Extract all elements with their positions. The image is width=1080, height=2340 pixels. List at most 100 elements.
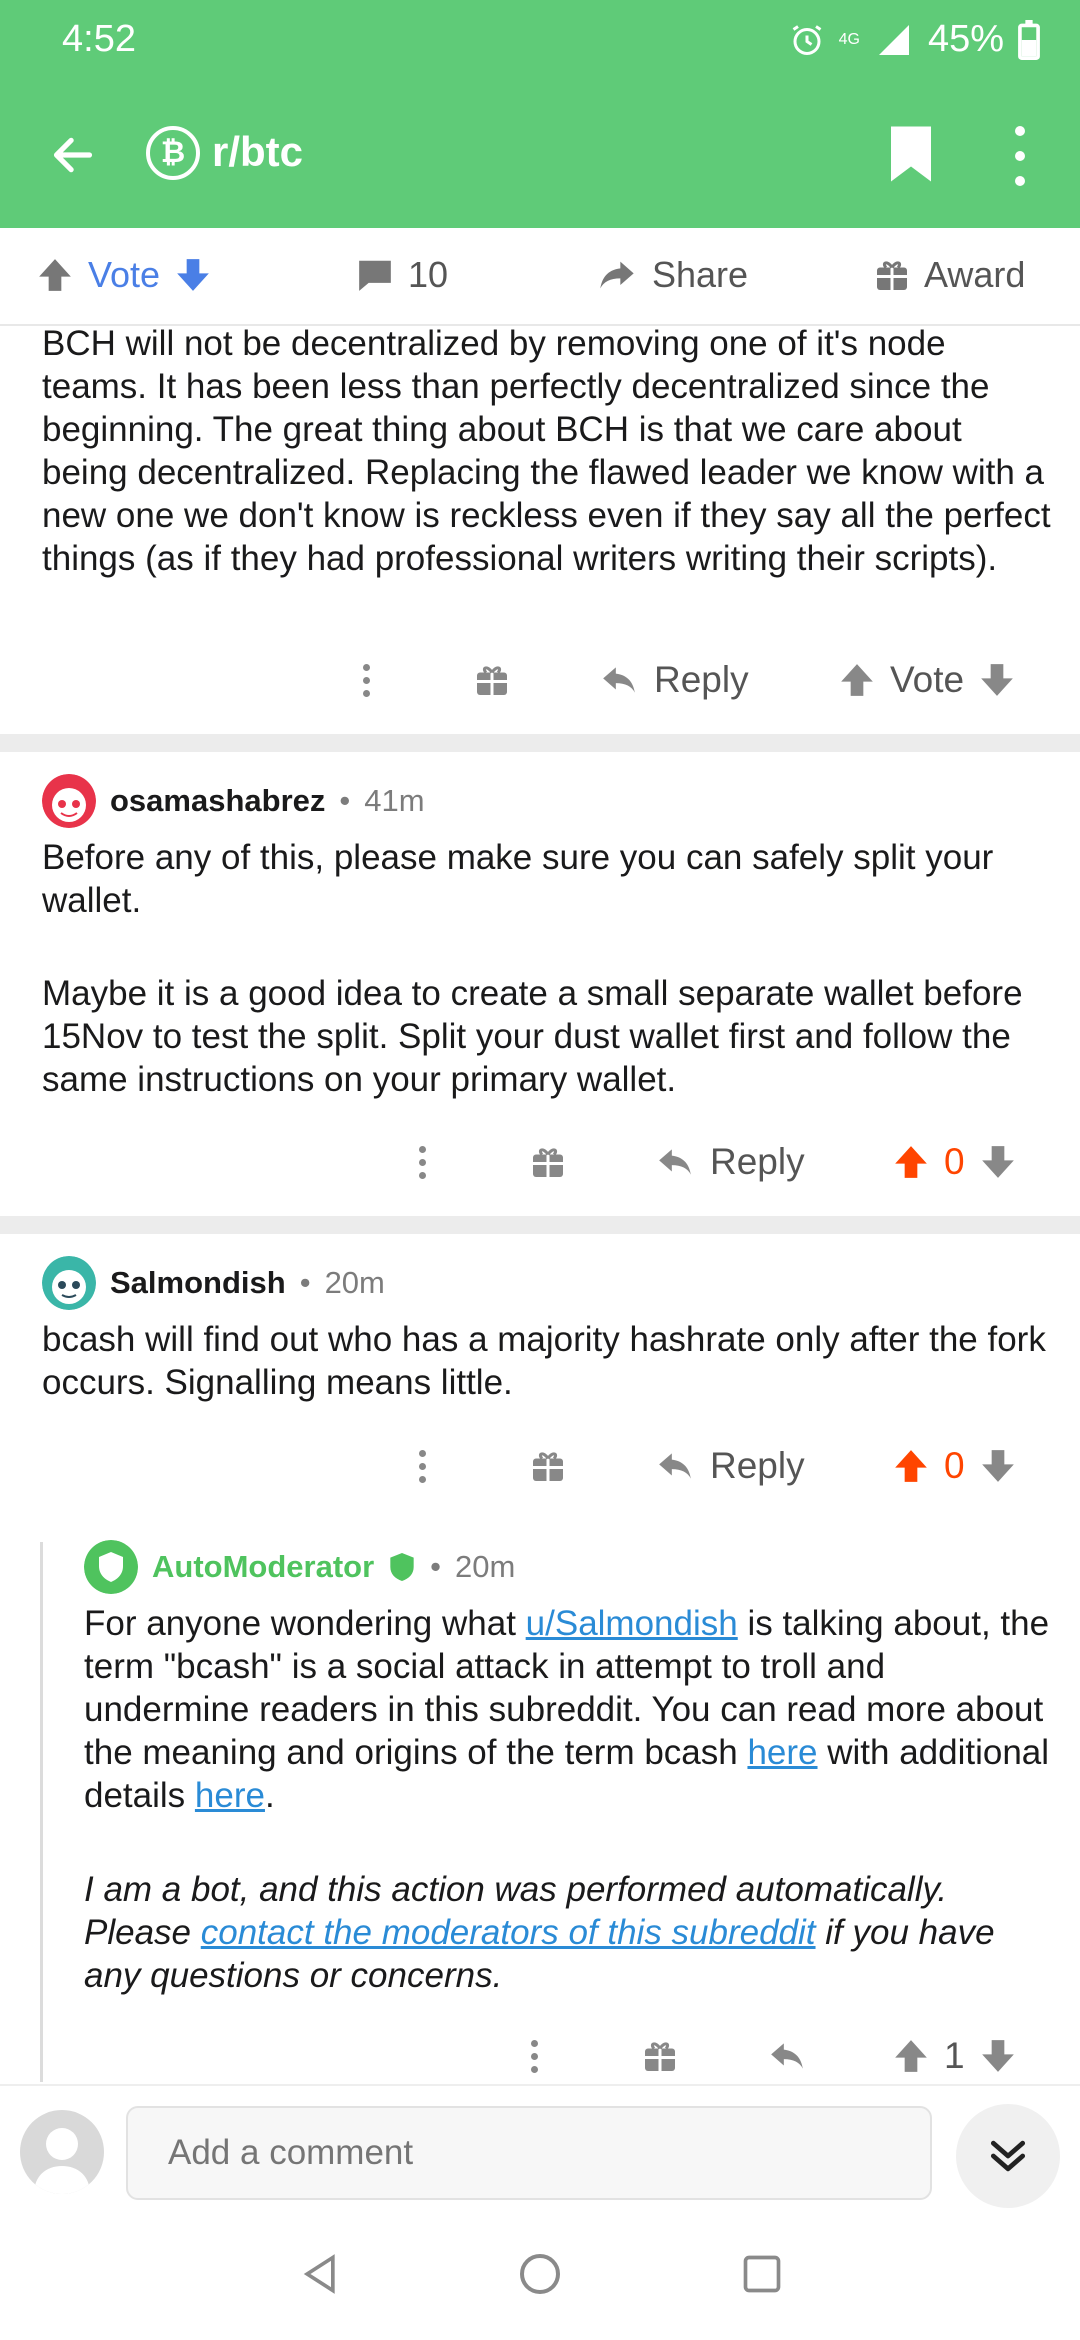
contact-moderators-link[interactable]: contact the moderators of this subreddit <box>201 1913 816 1952</box>
post-comments-button[interactable]: 10 <box>356 254 448 296</box>
double-chevron-down-icon <box>990 2140 1026 2172</box>
subreddit-bitcoin-icon[interactable]: ₿ <box>146 126 200 180</box>
downvote-icon[interactable] <box>174 255 212 295</box>
comment-1-actions: Reply 0 <box>0 1132 1080 1192</box>
comment-3-body: For anyone wondering what u/Salmondish i… <box>84 1602 1054 1817</box>
share-icon <box>600 261 634 289</box>
bookmark-icon <box>891 126 931 182</box>
comment-2-award-button[interactable] <box>530 1436 566 1496</box>
user-link[interactable]: u/Salmondish <box>526 1604 738 1643</box>
post-vote-label: Vote <box>88 254 161 295</box>
comment-1-more-button[interactable] <box>418 1132 426 1192</box>
here-link-2[interactable]: here <box>195 1776 265 1815</box>
downvote-icon[interactable] <box>978 660 1016 700</box>
shield-avatar-icon[interactable] <box>84 1540 138 1594</box>
comment-2-actions: Reply 0 <box>0 1436 1080 1496</box>
comment-2-header: Salmondish • 20m <box>42 1256 385 1310</box>
add-comment-input[interactable] <box>126 2106 932 2200</box>
comment-1-award-button[interactable] <box>530 1132 566 1192</box>
more-vertical-icon <box>418 1449 426 1483</box>
upvote-icon[interactable] <box>892 1142 930 1182</box>
comment-3-age: 20m <box>455 1549 516 1584</box>
comment-0-vote-group: Vote <box>838 650 1016 710</box>
nav-back-button[interactable] <box>290 2244 350 2304</box>
comment-2-reply-label: Reply <box>710 1445 805 1486</box>
upvote-icon[interactable] <box>892 1446 930 1486</box>
upvote-icon[interactable] <box>892 2036 930 2076</box>
comment-3-header: AutoModerator • 20m <box>84 1540 515 1594</box>
toolbar: ₿ r/btc <box>0 110 1080 200</box>
comment-2-reply-button[interactable]: Reply <box>654 1436 805 1496</box>
avatar[interactable] <box>42 1256 96 1310</box>
comment-1-vote-group: 0 <box>892 1132 1017 1192</box>
bookmark-button[interactable] <box>886 124 936 184</box>
avatar[interactable] <box>42 774 96 828</box>
post-vote-group: Vote <box>36 254 212 296</box>
comment-2-body: bcash will find out who has a majority h… <box>42 1320 1046 1402</box>
collapse-comments-button[interactable] <box>956 2104 1060 2208</box>
comment-3-vote-group: 1 <box>892 2026 1017 2086</box>
comment-3-more-button[interactable] <box>530 2026 538 2086</box>
gift-icon <box>533 1148 563 1177</box>
overflow-menu-button[interactable] <box>1000 126 1040 186</box>
comment-0-vote-label: Vote <box>890 659 965 700</box>
reply-icon <box>659 1453 691 1479</box>
arrow-left-icon <box>53 137 93 173</box>
comment-3-actions: 1 <box>0 2026 1080 2086</box>
meta-dot: • <box>339 783 351 818</box>
upvote-icon[interactable] <box>838 660 876 700</box>
comment-0-reply-label: Reply <box>654 659 749 700</box>
person-icon <box>34 2128 90 2194</box>
post-share-button[interactable]: Share <box>596 254 748 296</box>
post-award-label: Award <box>924 254 1026 295</box>
comment-icon <box>359 260 391 291</box>
comment-0-body: BCH will not be decentralized by removin… <box>42 324 1051 578</box>
comment-2-more-button[interactable] <box>418 1436 426 1496</box>
comment-0-actions: Reply Vote <box>0 650 1080 710</box>
comment-1-para-1: Before any of this, please make sure you… <box>42 838 994 920</box>
comment-0-reply-button[interactable]: Reply <box>598 650 749 710</box>
comment-2-age: 20m <box>324 1265 385 1300</box>
system-navigation-bar <box>0 2214 1080 2340</box>
comment-3-text-4: . <box>264 1776 275 1815</box>
gift-icon <box>477 666 507 695</box>
downvote-icon[interactable] <box>979 1446 1017 1486</box>
gift-icon <box>877 261 907 290</box>
post-action-bar: Vote 10 Share Award <box>0 228 1080 326</box>
reply-icon <box>603 667 635 693</box>
downvote-icon[interactable] <box>979 1142 1017 1182</box>
separator <box>0 734 1080 752</box>
comment-1-header: osamashabrez • 41m <box>42 774 425 828</box>
comment-1-author[interactable]: osamashabrez <box>110 783 325 819</box>
user-avatar[interactable] <box>20 2110 104 2194</box>
comment-0-award-button[interactable] <box>474 650 510 710</box>
comment-3-author[interactable]: AutoModerator <box>152 1549 374 1585</box>
separator <box>0 1216 1080 1234</box>
alarm-icon <box>792 24 821 55</box>
comment-0-more-button[interactable] <box>362 650 370 710</box>
thread-line <box>40 1542 43 2082</box>
upvote-icon[interactable] <box>36 255 74 295</box>
circle-home-icon <box>520 2254 560 2294</box>
comment-3-score: 1 <box>944 2035 965 2076</box>
comment-1-score: 0 <box>944 1141 965 1182</box>
post-award-button[interactable]: Award <box>874 254 1025 296</box>
nav-home-button[interactable] <box>510 2244 570 2304</box>
subreddit-name[interactable]: r/btc <box>212 128 303 176</box>
here-link-1[interactable]: here <box>747 1733 817 1772</box>
more-vertical-icon <box>362 663 370 697</box>
more-vertical-icon <box>530 2039 538 2073</box>
battery-percent: 45% <box>927 18 1004 60</box>
network-type: 4G <box>838 30 860 48</box>
comment-3-award-button[interactable] <box>642 2026 678 2086</box>
back-button[interactable] <box>40 122 106 188</box>
comment-3-reply-button[interactable] <box>766 2026 808 2086</box>
more-vertical-icon <box>418 1145 426 1179</box>
downvote-icon[interactable] <box>979 2036 1017 2076</box>
comment-3-bot-note: I am a bot, and this action was performe… <box>84 1868 1060 1997</box>
gift-icon <box>645 2042 675 2071</box>
post-comments-count: 10 <box>408 254 449 295</box>
comment-2-author[interactable]: Salmondish <box>110 1265 286 1301</box>
comment-1-reply-button[interactable]: Reply <box>654 1132 805 1192</box>
nav-recents-button[interactable] <box>732 2244 792 2304</box>
